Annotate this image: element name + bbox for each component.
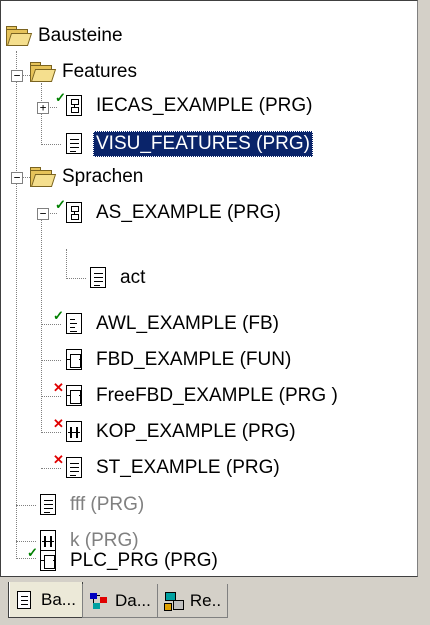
tree-node-iecas-example[interactable]: ✓ IECAS_EXAMPLE (PRG) [55,91,315,121]
tree-node-awl-example[interactable]: ✓ AWL_EXAMPLE (FB) [53,309,282,339]
document-icon [63,132,87,156]
tree-node-label: Bausteine [38,25,123,46]
fbd-icon [63,348,87,372]
tree-node-label: ST_EXAMPLE (PRG) [96,457,280,478]
check-mark-icon: ✓ [53,308,64,323]
data-types-icon [89,591,109,611]
tree-node-label: VISU_FEATURES (PRG) [93,131,313,157]
pou-tree-panel: − + − − Bausteine Features ✓ IECAS_EXAMP… [0,0,418,577]
tree-line [16,505,36,506]
tree-line [41,211,42,433]
document-icon [87,266,111,290]
tree-line [41,468,61,469]
folder-open-icon [29,60,57,84]
tree-node-label: act [120,267,146,288]
sfc-icon: ✓ [55,198,87,225]
tree-line [41,83,42,145]
tree-node-label: AWL_EXAMPLE (FB) [96,313,280,334]
tree-node-bausteine[interactable]: Bausteine [5,21,126,51]
tree-node-label: FBD_EXAMPLE (FUN) [96,349,292,370]
ladder-icon: ✕ [53,417,87,444]
check-mark-icon: ✓ [27,545,38,560]
tree-node-kop-example[interactable]: ✕ KOP_EXAMPLE (PRG) [53,417,299,447]
collapse-features-toggle[interactable]: − [11,70,23,82]
il-document-icon: ✓ [53,309,87,336]
error-mark-icon: ✕ [53,452,64,467]
check-mark-icon: ✓ [55,197,66,212]
document-icon [37,493,61,517]
tree-line [16,541,36,542]
error-mark-icon: ✕ [53,416,64,431]
tab-bausteine[interactable]: Ba... [8,582,83,618]
tree-node-label: PLC_PRG (PRG) [70,550,218,571]
tree-line [41,324,61,325]
tab-label: Da... [114,590,151,610]
tab-datentypen[interactable]: Da... [81,584,158,618]
collapse-sprachen-toggle[interactable]: − [11,172,23,184]
document-icon: ✕ [53,453,87,480]
tree-line [41,396,61,397]
folder-open-icon [5,24,33,48]
tree-node-fff[interactable]: fff (PRG) [37,490,147,520]
tree-node-label: Features [62,61,137,82]
tree-node-visu-features[interactable]: VISU_FEATURES (PRG) [63,129,313,159]
tree-node-label: fff (PRG) [70,494,145,515]
tree-node-act[interactable]: act [87,263,148,293]
tree-line [41,432,61,433]
resources-icon [163,591,184,611]
collapse-as-example-toggle[interactable]: − [37,208,49,220]
tree-node-label: Sprachen [62,166,144,187]
tree-line [66,249,67,279]
fbd-icon: ✕ [53,381,87,408]
tree-node-as-example[interactable]: ✓ AS_EXAMPLE (PRG) [55,198,284,228]
sfc-icon: ✓ [55,91,87,118]
folder-open-icon [29,165,57,189]
object-organizer-tabs: Ba... Da... Re.. [8,582,229,620]
tree-node-fbd-example[interactable]: FBD_EXAMPLE (FUN) [63,345,294,375]
error-mark-icon: ✕ [53,380,64,395]
tree-node-st-example[interactable]: ✕ ST_EXAMPLE (PRG) [53,453,283,483]
tree-node-label: AS_EXAMPLE (PRG) [96,202,281,223]
tree-line [41,360,61,361]
fbd-icon: ✓ [27,546,61,573]
tab-ressourcen[interactable]: Re.. [156,584,229,618]
tree-line [66,278,86,279]
document-icon [15,590,35,610]
tree-line [16,177,17,559]
tab-label: Ba... [41,589,76,609]
check-mark-icon: ✓ [55,90,66,105]
tree-node-plc-prg[interactable]: ✓ PLC_PRG (PRG) [27,546,221,576]
tree-line [41,144,61,145]
tab-label: Re.. [189,590,222,610]
tree-node-freefbd-example[interactable]: ✕ FreeFBD_EXAMPLE (PRG ) [53,381,341,411]
expand-iecas-toggle[interactable]: + [37,102,49,114]
tree-node-sprachen[interactable]: Sprachen [29,162,146,192]
tree-node-features[interactable]: Features [29,57,140,87]
tree-node-label: IECAS_EXAMPLE (PRG) [96,95,313,116]
tree-node-label: FreeFBD_EXAMPLE (PRG ) [96,385,338,406]
tree-node-label: KOP_EXAMPLE (PRG) [96,421,296,442]
